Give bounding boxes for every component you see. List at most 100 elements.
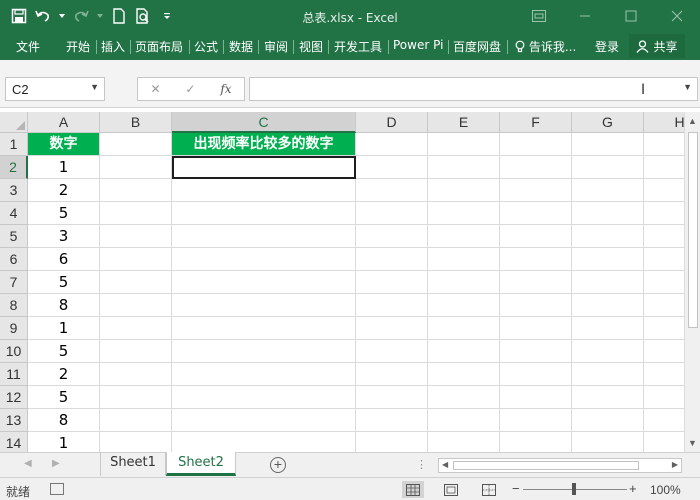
tab-view[interactable]: 视图 <box>299 38 323 55</box>
cell[interactable] <box>356 179 428 202</box>
row-header[interactable]: 3 <box>0 179 28 202</box>
cell[interactable] <box>500 248 572 271</box>
horizontal-scrollbar[interactable]: ◀ ▶ <box>438 458 682 473</box>
cell[interactable] <box>644 271 684 294</box>
cancel-icon[interactable]: ✕ <box>150 82 160 96</box>
cell[interactable] <box>172 409 356 432</box>
cell[interactable] <box>572 202 644 225</box>
cell[interactable] <box>428 248 500 271</box>
cell[interactable] <box>428 409 500 432</box>
expand-formula-bar-icon[interactable]: ▼ <box>683 82 692 92</box>
cell[interactable] <box>644 179 684 202</box>
cell[interactable] <box>428 179 500 202</box>
cell-a4[interactable]: 5 <box>28 202 100 225</box>
row-header[interactable]: 10 <box>0 340 28 363</box>
cell-a10[interactable]: 5 <box>28 340 100 363</box>
cell[interactable] <box>172 363 356 386</box>
cell[interactable] <box>644 294 684 317</box>
tab-split-handle[interactable]: ⋮ <box>416 458 428 471</box>
zoom-level[interactable]: 100% <box>650 483 681 497</box>
cell[interactable] <box>172 386 356 409</box>
cell[interactable] <box>644 363 684 386</box>
cell[interactable] <box>572 363 644 386</box>
cell[interactable] <box>572 386 644 409</box>
cell-a6[interactable]: 6 <box>28 248 100 271</box>
cell-a3[interactable]: 2 <box>28 179 100 202</box>
vertical-scroll-thumb[interactable] <box>688 132 698 328</box>
tab-page-layout[interactable]: 页面布局 <box>135 38 183 55</box>
tab-insert[interactable]: 插入 <box>101 38 125 55</box>
cell-a1-header[interactable]: 数字 <box>28 133 100 156</box>
cell[interactable] <box>644 202 684 225</box>
row-header[interactable]: 14 <box>0 432 28 452</box>
cell[interactable] <box>356 248 428 271</box>
minimize-icon[interactable] <box>562 0 608 32</box>
zoom-in-button[interactable]: + <box>629 481 637 496</box>
cell-a9[interactable]: 1 <box>28 317 100 340</box>
cell[interactable] <box>500 271 572 294</box>
cell[interactable] <box>644 432 684 452</box>
cell-a5[interactable]: 3 <box>28 225 100 248</box>
sheet-tab-sheet1[interactable]: Sheet1 <box>100 452 166 476</box>
cell[interactable] <box>572 432 644 452</box>
cell[interactable] <box>100 225 172 248</box>
insert-function-icon[interactable]: fx <box>220 82 231 96</box>
cell[interactable] <box>356 294 428 317</box>
tab-baidu-netdisk[interactable]: 百度网盘 <box>453 38 501 55</box>
cell-a2[interactable]: 1 <box>28 156 100 179</box>
cell[interactable] <box>500 432 572 452</box>
cell[interactable] <box>100 202 172 225</box>
cell[interactable] <box>500 317 572 340</box>
column-header-a[interactable]: A <box>28 112 100 133</box>
cell[interactable] <box>100 317 172 340</box>
cell[interactable] <box>644 225 684 248</box>
select-all-button[interactable] <box>0 112 28 133</box>
cell[interactable] <box>172 225 356 248</box>
tab-power-pivot[interactable]: Power Pi <box>393 38 443 52</box>
cell[interactable] <box>572 271 644 294</box>
next-sheet-icon[interactable]: ▶ <box>52 458 60 469</box>
row-header[interactable]: 8 <box>0 294 28 317</box>
enter-check-icon[interactable]: ✓ <box>185 82 195 96</box>
row-header[interactable]: 1 <box>0 133 28 156</box>
cell[interactable] <box>356 386 428 409</box>
name-box[interactable]: C2 ▼ <box>5 77 105 101</box>
page-layout-view-icon[interactable] <box>440 481 462 498</box>
cell-a8[interactable]: 8 <box>28 294 100 317</box>
cell[interactable] <box>172 294 356 317</box>
cell[interactable] <box>100 248 172 271</box>
cell[interactable] <box>356 409 428 432</box>
cell[interactable] <box>428 432 500 452</box>
row-header[interactable]: 2 <box>0 156 28 179</box>
cell[interactable] <box>428 363 500 386</box>
cell[interactable] <box>356 133 428 156</box>
cell[interactable] <box>356 317 428 340</box>
cell[interactable] <box>644 156 684 179</box>
share-button[interactable]: 共享 <box>629 34 685 58</box>
cell[interactable] <box>500 340 572 363</box>
cell[interactable] <box>644 317 684 340</box>
cell[interactable] <box>500 225 572 248</box>
cell[interactable] <box>356 340 428 363</box>
cell[interactable] <box>500 363 572 386</box>
cell[interactable] <box>172 340 356 363</box>
row-header[interactable]: 5 <box>0 225 28 248</box>
normal-view-icon[interactable] <box>402 481 424 498</box>
worksheet-grid[interactable]: A B C D E F G H 1 2 3 4 5 6 7 8 9 10 11 … <box>0 112 684 452</box>
zoom-out-button[interactable]: − <box>512 481 520 496</box>
cell[interactable] <box>356 271 428 294</box>
row-header[interactable]: 6 <box>0 248 28 271</box>
cell[interactable] <box>172 271 356 294</box>
tab-file[interactable]: 文件 <box>16 38 40 55</box>
add-sheet-icon[interactable]: + <box>270 457 286 473</box>
cell[interactable] <box>644 133 684 156</box>
cell[interactable] <box>500 133 572 156</box>
cell-a12[interactable]: 5 <box>28 386 100 409</box>
cell[interactable] <box>356 202 428 225</box>
tab-review[interactable]: 审阅 <box>264 38 288 55</box>
page-break-view-icon[interactable] <box>478 481 500 498</box>
scroll-left-icon[interactable]: ◀ <box>442 460 448 469</box>
cell[interactable] <box>572 179 644 202</box>
row-header[interactable]: 13 <box>0 409 28 432</box>
cell[interactable] <box>572 409 644 432</box>
